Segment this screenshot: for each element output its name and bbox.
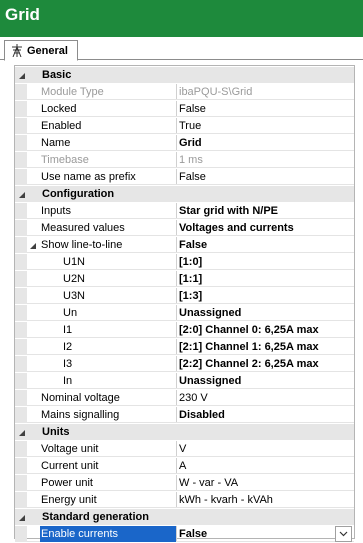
property-value: 1 ms [179,154,203,166]
property-value[interactable]: A [179,460,186,472]
property-name: U2N [63,273,86,285]
property-name: Enabled [41,120,82,132]
collapse-icon[interactable] [19,190,26,198]
property-row-enable-currents[interactable]: Enable currents False [15,526,354,542]
property-value[interactable]: 230 V [179,392,208,404]
property-value[interactable]: Voltages and currents [179,222,294,234]
property-value[interactable]: Unassigned [179,307,241,319]
property-row-current-unit[interactable]: Current unit A [15,458,354,474]
property-name: Voltage unit [41,443,99,455]
property-row-i1[interactable]: I1 [2:0] Channel 0: 6,25A max [15,322,354,338]
property-value[interactable]: Unassigned [179,375,241,387]
property-name: Mains signalling [41,409,120,421]
property-name: Inputs [41,205,71,217]
property-name: Use name as prefix [41,171,136,183]
property-row-mains-signalling[interactable]: Mains signalling Disabled [15,407,354,423]
property-name: Energy unit [41,494,97,506]
property-row-nominal-voltage[interactable]: Nominal voltage 230 V [15,390,354,406]
property-value[interactable]: Grid [179,137,202,149]
property-value[interactable]: False [179,239,207,251]
property-value[interactable]: [1:1] [179,273,202,285]
property-name: Timebase [41,154,89,166]
property-row-in[interactable]: In Unassigned [15,373,354,389]
property-value[interactable]: False [179,103,206,115]
property-row-i2[interactable]: I2 [2:1] Channel 1: 6,25A max [15,339,354,355]
property-name: Module Type [41,86,104,98]
property-name: Nominal voltage [41,392,120,404]
property-row-use-name-as-prefix[interactable]: Use name as prefix False [15,169,354,185]
property-name: Power unit [41,477,93,489]
property-name: In [63,375,73,387]
property-value[interactable]: True [179,120,201,132]
property-row-i3[interactable]: I3 [2:2] Channel 2: 6,25A max [15,356,354,372]
category-label: Standard generation [42,511,149,523]
property-value[interactable]: [2:0] Channel 0: 6,25A max [179,324,319,336]
category-basic[interactable]: Basic [15,67,354,83]
property-value[interactable]: Star grid with N/PE [179,205,278,217]
collapse-icon[interactable] [30,241,37,249]
category-label: Configuration [42,188,115,200]
tab-general-label: General [27,44,68,57]
property-value[interactable]: [2:1] Channel 1: 6,25A max [179,341,319,353]
category-label: Units [42,426,70,438]
property-value[interactable]: False [179,528,207,540]
chevron-down-icon[interactable] [335,526,352,542]
property-value[interactable]: [1:0] [179,256,202,268]
grid-tower-icon [11,44,23,58]
property-row-u3n[interactable]: U3N [1:3] [15,288,354,304]
window-title: Grid [5,5,40,24]
collapse-icon[interactable] [19,513,26,521]
title-bar: Grid [0,0,363,37]
property-row-show-line-to-line[interactable]: Show line-to-line False [15,237,354,253]
property-row-enabled[interactable]: Enabled True [15,118,354,134]
property-value: ibaPQU-S\Grid [179,86,253,98]
property-name: Locked [41,103,77,115]
category-configuration[interactable]: Configuration [15,186,354,202]
property-grid: Basic Module Type ibaPQU-S\Grid Locked F… [14,65,355,542]
property-row-u2n[interactable]: U2N [1:1] [15,271,354,287]
property-value[interactable]: [1:3] [179,290,202,302]
property-value[interactable]: W - var - VA [179,477,238,489]
property-row-locked[interactable]: Locked False [15,101,354,117]
property-name: Un [63,307,78,319]
property-row-inputs[interactable]: Inputs Star grid with N/PE [15,203,354,219]
property-value[interactable]: [2:2] Channel 2: 6,25A max [179,358,319,370]
property-name: I3 [63,358,73,370]
property-name: Show line-to-line [41,239,123,251]
property-name: I1 [63,324,73,336]
tab-strip: General [0,37,363,61]
property-row-voltage-unit[interactable]: Voltage unit V [15,441,354,457]
property-row-power-unit[interactable]: Power unit W - var - VA [15,475,354,491]
property-value[interactable]: kWh - kvarh - kVAh [179,494,273,506]
collapse-icon[interactable] [19,71,26,79]
property-row-module-type[interactable]: Module Type ibaPQU-S\Grid [15,84,354,100]
category-standard-generation[interactable]: Standard generation [15,509,354,525]
property-row-energy-unit[interactable]: Energy unit kWh - kvarh - kVAh [15,492,354,508]
property-name: U1N [63,256,86,268]
property-row-name[interactable]: Name Grid [15,135,354,151]
property-name: I2 [63,341,73,353]
property-name: Name [41,137,71,149]
property-row-u1n[interactable]: U1N [1:0] [15,254,354,270]
tab-general[interactable]: General [4,40,78,61]
category-units[interactable]: Units [15,424,354,440]
collapse-icon[interactable] [19,428,26,436]
property-value[interactable]: Disabled [179,409,225,421]
property-name: Enable currents [41,528,119,540]
property-row-timebase[interactable]: Timebase 1 ms [15,152,354,168]
property-value[interactable]: V [179,443,186,455]
property-name: Current unit [41,460,99,472]
property-row-measured-values[interactable]: Measured values Voltages and currents [15,220,354,236]
property-name: U3N [63,290,86,302]
property-name: Measured values [41,222,125,234]
category-label: Basic [42,69,72,81]
property-row-un[interactable]: Un Unassigned [15,305,354,321]
property-value[interactable]: False [179,171,206,183]
